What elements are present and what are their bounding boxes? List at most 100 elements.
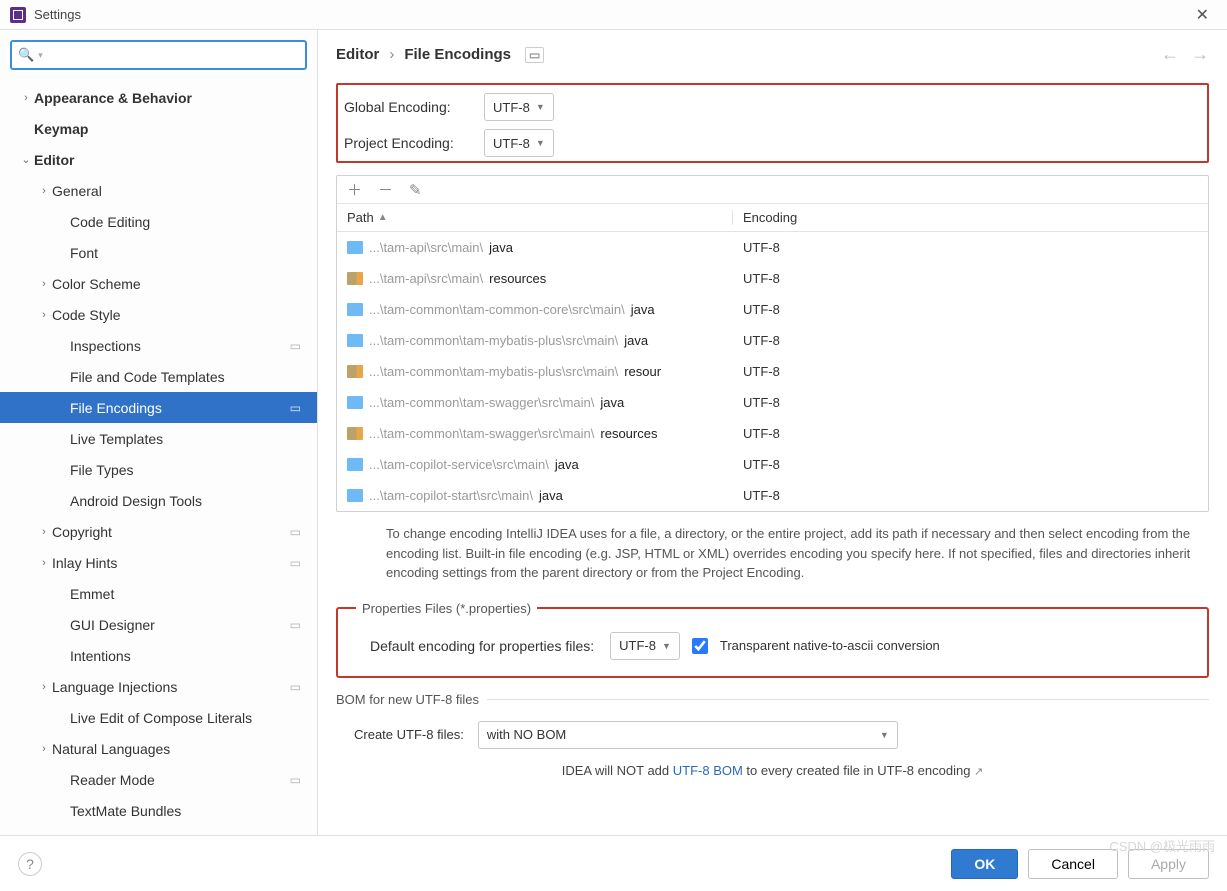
path-encoding-table: ＋ － ✎ Path ▲ Encoding ...\tam-api\src\ma… [336, 175, 1209, 512]
sidebar-item-inlay-hints[interactable]: ›Inlay Hints▭ [0, 547, 317, 578]
source-folder-icon [347, 458, 363, 471]
path-cell: ...\tam-copilot-start\src\main\java [337, 488, 733, 503]
chevron-down-icon: ▼ [880, 730, 889, 740]
sidebar-item-file-types[interactable]: File Types [0, 454, 317, 485]
forward-icon[interactable]: → [1191, 44, 1209, 65]
chevron-icon: ⌄ [18, 153, 34, 166]
sidebar-item-editor[interactable]: ⌄Editor [0, 144, 317, 175]
transparent-ascii-checkbox[interactable] [692, 638, 708, 654]
properties-files-legend: Properties Files (*.properties) [356, 601, 537, 616]
back-icon[interactable]: ← [1161, 44, 1179, 65]
table-row[interactable]: ...\tam-api\src\main\javaUTF-8 [337, 232, 1208, 263]
cancel-button[interactable]: Cancel [1028, 849, 1118, 879]
sidebar-item-natural-languages[interactable]: ›Natural Languages [0, 733, 317, 764]
sidebar-item-code-style[interactable]: ›Code Style [0, 299, 317, 330]
sidebar-item-appearance-behavior[interactable]: ›Appearance & Behavior [0, 82, 317, 113]
sidebar-item-emmet[interactable]: Emmet [0, 578, 317, 609]
path-cell: ...\tam-common\tam-common-core\src\main\… [337, 302, 733, 317]
breadcrumb-parent[interactable]: Editor [336, 46, 379, 63]
chevron-icon: › [36, 681, 52, 693]
sidebar-item-file-encodings[interactable]: File Encodings▭ [0, 392, 317, 423]
path-cell: ...\tam-common\tam-mybatis-plus\src\main… [337, 364, 733, 379]
settings-tree[interactable]: ›Appearance & Behavior Keymap ⌄Editor›Gene… [0, 78, 317, 835]
table-row[interactable]: ...\tam-copilot-service\src\main\javaUTF… [337, 449, 1208, 480]
help-icon[interactable]: ? [18, 852, 42, 876]
sidebar-item-keymap[interactable]: Keymap [0, 113, 317, 144]
sidebar-item-intentions[interactable]: Intentions [0, 640, 317, 671]
sidebar-item-reader-mode[interactable]: Reader Mode▭ [0, 764, 317, 795]
encoding-cell: UTF-8 [733, 271, 1208, 286]
table-row[interactable]: ...\tam-common\tam-common-core\src\main\… [337, 294, 1208, 325]
create-utf8-dropdown[interactable]: with NO BOM ▼ [478, 721, 898, 749]
table-row[interactable]: ...\tam-copilot-start\src\main\javaUTF-8 [337, 480, 1208, 511]
sidebar-item-live-templates[interactable]: Live Templates [0, 423, 317, 454]
chevron-down-icon: ▾ [38, 50, 43, 61]
properties-files-group: Properties Files (*.properties) Default … [336, 601, 1209, 678]
sidebar-item-textmate-bundles[interactable]: TextMate Bundles [0, 795, 317, 826]
sidebar: 🔍 ▾ ›Appearance & BehaviorKeymap⌄Editor›… [0, 30, 318, 835]
table-row[interactable]: ...\tam-common\tam-mybatis-plus\src\main… [337, 325, 1208, 356]
sidebar-item-label: Code Style [52, 307, 309, 323]
sidebar-item-copyright[interactable]: ›Copyright▭ [0, 516, 317, 547]
column-header-encoding[interactable]: Encoding [733, 210, 1208, 225]
column-header-path[interactable]: Path ▲ [337, 210, 733, 225]
sidebar-item-label: File Types [70, 462, 309, 478]
ok-button[interactable]: OK [951, 849, 1018, 879]
sidebar-item-file-and-code-templates[interactable]: File and Code Templates [0, 361, 317, 392]
bom-note: IDEA will NOT add UTF-8 BOM to every cre… [336, 763, 1209, 778]
window-title: Settings [34, 7, 1188, 22]
sidebar-item-language-injections[interactable]: ›Language Injections▭ [0, 671, 317, 702]
global-encoding-dropdown[interactable]: UTF-8 ▼ [484, 93, 554, 121]
encoding-cell: UTF-8 [733, 426, 1208, 441]
sidebar-item-live-edit-of-compose-literals[interactable]: Live Edit of Compose Literals [0, 702, 317, 733]
sidebar-item-gui-designer[interactable]: GUI Designer▭ [0, 609, 317, 640]
chevron-icon: › [36, 743, 52, 755]
search-icon: 🔍 [18, 47, 34, 63]
path-cell: ...\tam-api\src\main\java [337, 240, 733, 255]
table-row[interactable]: ...\tam-common\tam-swagger\src\main\reso… [337, 418, 1208, 449]
add-icon[interactable]: ＋ [347, 179, 362, 200]
chevron-icon: › [36, 309, 52, 321]
divider [487, 699, 1209, 700]
sidebar-item-label: Code Editing [70, 214, 309, 230]
sort-asc-icon: ▲ [378, 212, 388, 223]
remove-icon[interactable]: － [378, 179, 393, 200]
table-row[interactable]: ...\tam-common\tam-swagger\src\main\java… [337, 387, 1208, 418]
apply-button[interactable]: Apply [1128, 849, 1209, 879]
project-indicator-icon: ▭ [290, 773, 301, 787]
sidebar-item-code-editing[interactable]: Code Editing [0, 206, 317, 237]
close-icon[interactable]: ✕ [1188, 5, 1217, 25]
reset-icon[interactable]: ▭ [525, 47, 544, 63]
utf8-bom-link[interactable]: UTF-8 BOM [673, 763, 743, 778]
table-row[interactable]: ...\tam-api\src\main\resourcesUTF-8 [337, 263, 1208, 294]
chevron-down-icon: ▼ [536, 138, 545, 148]
resources-folder-icon [347, 427, 363, 440]
sidebar-item-label: Keymap [34, 121, 309, 137]
project-encoding-dropdown[interactable]: UTF-8 ▼ [484, 129, 554, 157]
chevron-icon: › [36, 185, 52, 197]
search-field[interactable] [47, 48, 299, 63]
source-folder-icon [347, 396, 363, 409]
sidebar-item-font[interactable]: Font [0, 237, 317, 268]
encoding-highlight-box: Global Encoding: UTF-8 ▼ Project Encodin… [336, 83, 1209, 163]
project-indicator-icon: ▭ [290, 339, 301, 353]
sidebar-item-inspections[interactable]: Inspections▭ [0, 330, 317, 361]
default-properties-encoding-label: Default encoding for properties files: [370, 638, 594, 654]
sidebar-item-label: Live Templates [70, 431, 309, 447]
sidebar-item-general[interactable]: ›General [0, 175, 317, 206]
chevron-down-icon: ▼ [662, 641, 671, 651]
edit-icon[interactable]: ✎ [409, 181, 422, 199]
chevron-icon: › [36, 278, 52, 290]
encoding-cell: UTF-8 [733, 333, 1208, 348]
encoding-cell: UTF-8 [733, 488, 1208, 503]
default-properties-encoding-dropdown[interactable]: UTF-8 ▼ [610, 632, 680, 660]
dialog-footer: ? OK Cancel Apply [0, 835, 1227, 891]
project-indicator-icon: ▭ [290, 401, 301, 415]
search-input[interactable]: 🔍 ▾ [10, 40, 307, 70]
sidebar-item-android-design-tools[interactable]: Android Design Tools [0, 485, 317, 516]
app-icon [10, 7, 26, 23]
sidebar-item-color-scheme[interactable]: ›Color Scheme [0, 268, 317, 299]
table-row[interactable]: ...\tam-common\tam-mybatis-plus\src\main… [337, 356, 1208, 387]
chevron-icon: › [18, 92, 34, 104]
encoding-cell: UTF-8 [733, 457, 1208, 472]
